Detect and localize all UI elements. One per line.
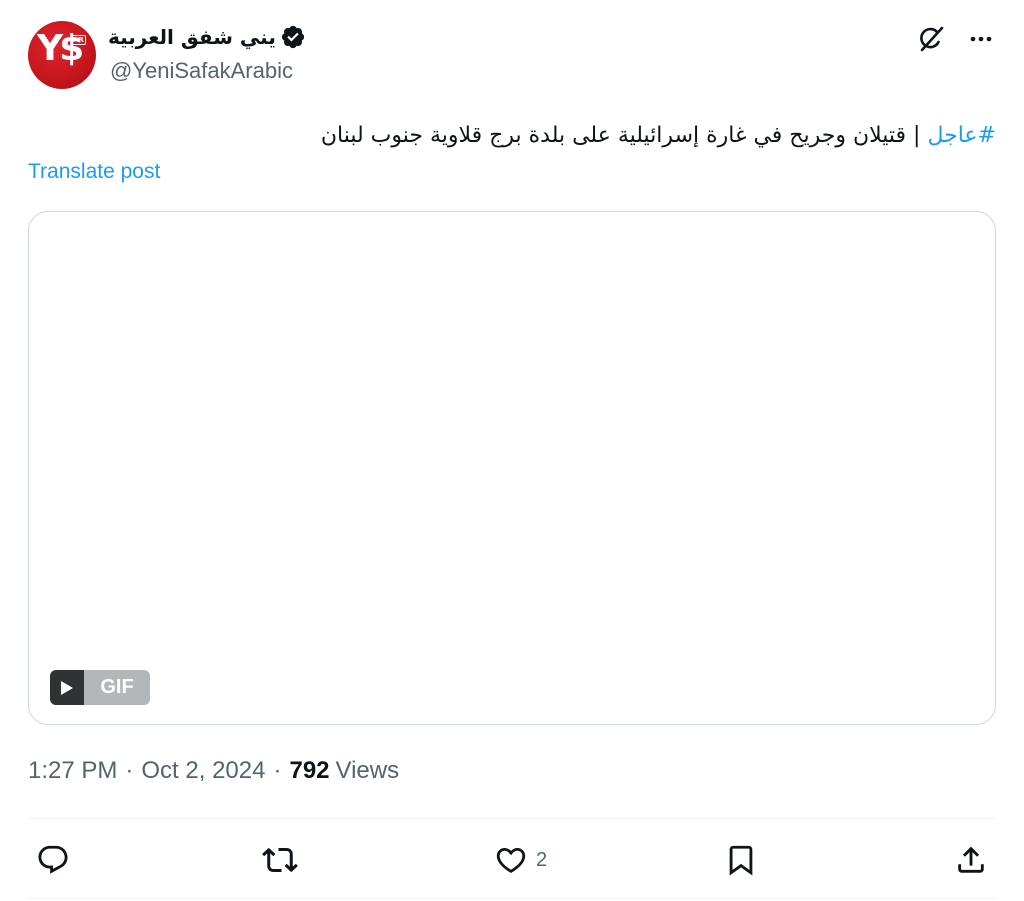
- like-button[interactable]: 2: [494, 838, 547, 882]
- media-gif[interactable]: GIF: [28, 211, 996, 725]
- gif-label: GIF: [84, 670, 150, 705]
- gif-badge[interactable]: GIF: [50, 670, 150, 705]
- like-count: 2: [536, 848, 548, 871]
- avatar-logo-badge: AR: [71, 35, 86, 45]
- views-count: 792: [289, 757, 330, 784]
- bookmark-icon: [729, 845, 753, 876]
- share-icon: [958, 846, 984, 873]
- meta-separator: ·: [125, 757, 134, 784]
- divider: [28, 898, 996, 899]
- author-handle[interactable]: @YeniSafakArabic: [110, 58, 293, 84]
- meta-separator: ·: [273, 757, 282, 784]
- share-button[interactable]: [954, 838, 988, 882]
- reply-icon: [38, 845, 68, 874]
- more-icon[interactable]: [966, 24, 996, 54]
- repost-icon: [262, 847, 298, 873]
- verified-badge-icon[interactable]: [280, 24, 306, 50]
- play-icon[interactable]: [50, 670, 84, 705]
- reply-button[interactable]: [36, 838, 70, 882]
- views-label: Views: [335, 757, 400, 784]
- post-date[interactable]: Oct 2, 2024: [141, 757, 265, 785]
- repost-button[interactable]: [262, 838, 298, 882]
- post-hashtag-link[interactable]: #عاجل: [927, 123, 996, 148]
- like-icon: [496, 847, 526, 873]
- grok-icon[interactable]: [916, 24, 946, 54]
- author-display-name[interactable]: يني شفق العربية: [108, 25, 276, 49]
- avatar[interactable]: Y$ AR: [28, 21, 96, 89]
- action-bar: 2: [28, 838, 996, 882]
- top-actions: [916, 24, 996, 54]
- bookmark-button[interactable]: [724, 838, 758, 882]
- author-name-row[interactable]: يني شفق العربية: [108, 22, 306, 52]
- divider: [28, 818, 996, 819]
- post-meta: 1:27 PM · Oct 2, 2024 · 792 Views: [28, 757, 399, 785]
- post-body: | قتيلان وجريح في غارة إسرائيلية على بلد…: [320, 123, 928, 148]
- translate-post-link[interactable]: Translate post: [28, 160, 160, 184]
- post-text: #عاجل | قتيلان وجريح في غارة إسرائيلية ع…: [36, 118, 996, 154]
- post-time[interactable]: 1:27 PM: [28, 757, 117, 785]
